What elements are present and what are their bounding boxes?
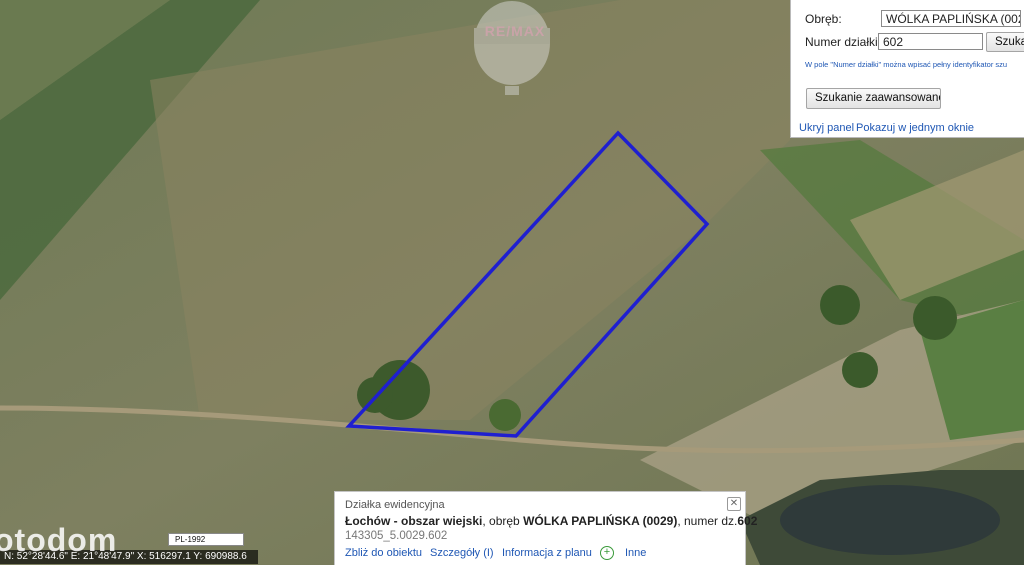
crs-select[interactable]: PL-1992 [168,533,244,546]
details-link[interactable]: Szczegóły (I) [430,547,494,559]
plan-info-link[interactable]: Informacja z planu [502,547,592,559]
parcel-info-panel: Działka ewidencyjna ✕ Łochów - obszar wi… [334,491,757,565]
parcel-identifier: 143305_5.0029.602 [345,530,448,542]
obreb-name: WÓLKA PAPLIŃSKA (0029) [523,514,678,528]
more-link[interactable]: Inne [625,547,646,559]
zoom-to-object-link[interactable]: Zbliż do obiektu [345,547,422,559]
numer-dzialki-input[interactable]: 602 [878,33,983,50]
advanced-search-button[interactable]: Szukanie zaawansowane [806,88,941,109]
info-title: Działka ewidencyjna [345,499,445,511]
show-one-window-link[interactable]: Pokazuj w jednym oknie [856,122,974,134]
close-icon[interactable]: ✕ [727,497,741,511]
remax-watermark-text: RE/MAX [484,23,546,39]
hide-panel-link[interactable]: Ukryj panel [799,122,854,134]
obreb-label: Obręb: [805,12,842,26]
numer-dzialki-label: Numer działki: [805,35,882,49]
otodom-watermark: otodom [0,522,118,558]
search-button[interactable]: Szukaj [986,32,1024,52]
parcel-number: 602 [737,514,758,528]
numer-text: , numer dz. [677,514,738,528]
search-hint: W pole "Numer działki" można wpisać pełn… [805,60,1008,69]
gmina-name: Łochów - obszar wiejski [345,514,483,528]
plus-icon[interactable]: + [600,546,614,560]
parcel-description: Łochów - obszar wiejski, obręb WÓLKA PAP… [345,514,757,528]
obreb-field[interactable]: WÓLKA PAPLIŃSKA (0029) [881,10,1021,27]
search-panel: Obręb: WÓLKA PAPLIŃSKA (0029) Numer dzia… [790,0,1024,138]
obreb-text: , obręb [482,514,524,528]
